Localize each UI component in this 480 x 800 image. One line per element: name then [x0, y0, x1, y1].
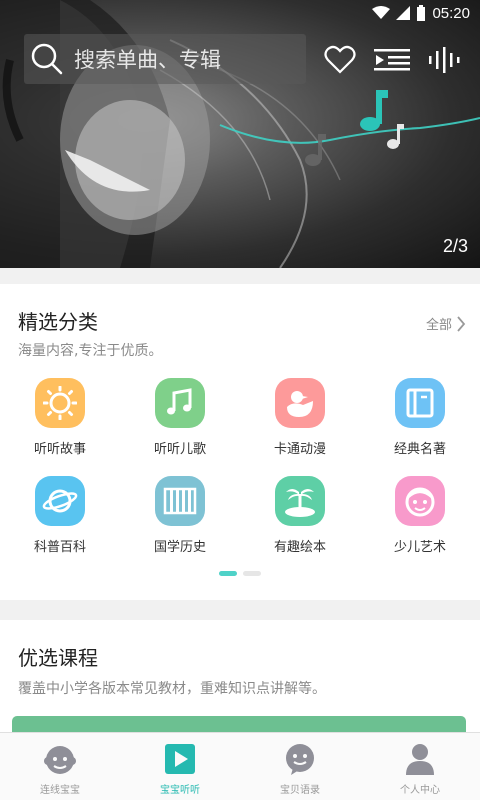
category-label[interactable]: 少儿艺术	[394, 536, 446, 555]
category-pager-dots	[219, 571, 261, 576]
category-section: 精选分类 海量内容,专注于优质。 全部 听听故事 听听儿歌 卡通动漫 经典名著 …	[0, 284, 480, 600]
category-label[interactable]: 有趣绘本	[274, 536, 326, 555]
nav-item-profile[interactable]: 个人中心	[360, 733, 480, 800]
person-icon[interactable]	[401, 741, 439, 777]
status-time: 05:20	[432, 4, 470, 22]
cell-signal-icon	[396, 6, 411, 20]
view-all-link[interactable]: 全部	[426, 314, 466, 333]
play-icon[interactable]	[161, 741, 199, 777]
category-label[interactable]: 卡通动漫	[274, 438, 326, 457]
book-icon[interactable]	[395, 378, 445, 428]
bottom-nav: 连线宝宝 宝宝听听 宝贝语录 个人中心	[0, 732, 480, 800]
category-item-stories[interactable]: 听听故事	[0, 378, 120, 462]
music-note-icon[interactable]	[155, 378, 205, 428]
banner-page-indicator: 2/3	[442, 236, 468, 256]
child-face-icon[interactable]	[395, 476, 445, 526]
course-section: 优选课程 覆盖中小学各版本常见教材，重难知识点讲解等。	[0, 620, 480, 736]
playlist-icon[interactable]	[374, 47, 410, 73]
category-label[interactable]: 国学历史	[154, 536, 206, 555]
pager-dot[interactable]	[243, 571, 261, 576]
nav-label[interactable]: 个人中心	[400, 781, 440, 796]
heart-icon[interactable]	[324, 45, 356, 75]
category-label[interactable]: 听听故事	[34, 438, 86, 457]
pager-dot-active[interactable]	[219, 571, 237, 576]
category-title: 精选分类	[18, 310, 98, 334]
category-item-science[interactable]: 科普百科	[0, 476, 120, 560]
course-title: 优选课程	[18, 646, 98, 670]
battery-icon	[417, 5, 426, 21]
sun-icon[interactable]	[35, 378, 85, 428]
playlist-button[interactable]	[374, 42, 410, 78]
category-label[interactable]: 经典名著	[394, 438, 446, 457]
hero-banner[interactable]: 05:20 搜索单曲、专辑 2/3	[0, 0, 480, 268]
music-note-icon	[360, 90, 388, 131]
nav-item-baby-listen[interactable]: 宝宝听听	[120, 733, 240, 800]
nav-item-connect-baby[interactable]: 连线宝宝	[0, 733, 120, 800]
sound-wave-icon[interactable]	[427, 47, 461, 73]
search-icon[interactable]	[30, 42, 64, 76]
planet-icon[interactable]	[35, 476, 85, 526]
category-label[interactable]: 科普百科	[34, 536, 86, 555]
baby-face-icon[interactable]	[41, 741, 79, 777]
duck-icon[interactable]	[275, 378, 325, 428]
palm-island-icon[interactable]	[275, 476, 325, 526]
nav-item-baby-quotes[interactable]: 宝贝语录	[240, 733, 360, 800]
status-bar: 05:20	[0, 0, 480, 26]
category-label[interactable]: 听听儿歌	[154, 438, 206, 457]
category-subtitle: 海量内容,专注于优质。	[18, 343, 163, 359]
course-subtitle: 覆盖中小学各版本常见教材，重难知识点讲解等。	[18, 681, 326, 697]
wifi-icon	[372, 6, 391, 19]
music-note-icon	[387, 124, 404, 149]
category-item-history[interactable]: 国学历史	[120, 476, 240, 560]
search-input[interactable]: 搜索单曲、专辑	[24, 34, 306, 84]
category-item-picture-books[interactable]: 有趣绘本	[240, 476, 360, 560]
nav-label[interactable]: 宝宝听听	[160, 781, 200, 796]
bamboo-slip-icon[interactable]	[155, 476, 205, 526]
favorites-button[interactable]	[322, 42, 358, 78]
view-all-label[interactable]: 全部	[426, 314, 452, 333]
category-item-cartoons[interactable]: 卡通动漫	[240, 378, 360, 462]
now-playing-button[interactable]	[426, 42, 462, 78]
category-item-songs[interactable]: 听听儿歌	[120, 378, 240, 462]
search-placeholder[interactable]: 搜索单曲、专辑	[74, 44, 221, 74]
chevron-right-icon[interactable]	[456, 315, 466, 332]
category-grid: 听听故事 听听儿歌 卡通动漫 经典名著 科普百科 国学历史 有趣绘本 少儿艺术	[0, 378, 480, 560]
category-item-arts[interactable]: 少儿艺术	[360, 476, 480, 560]
nav-label[interactable]: 连线宝宝	[40, 781, 80, 796]
category-item-classics[interactable]: 经典名著	[360, 378, 480, 462]
nav-label[interactable]: 宝贝语录	[280, 781, 320, 796]
chat-face-icon[interactable]	[281, 741, 319, 777]
